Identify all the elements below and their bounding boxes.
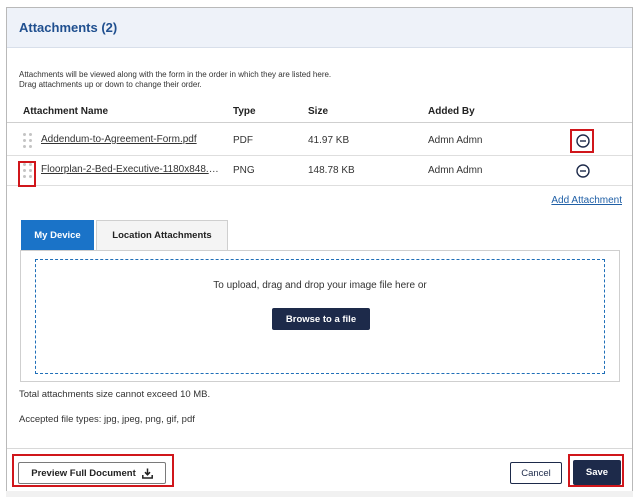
remove-attachment-button[interactable] bbox=[573, 161, 593, 181]
column-header-name: Attachment Name bbox=[23, 106, 109, 117]
upload-panel: To upload, drag and drop your image file… bbox=[20, 250, 620, 382]
tab-my-device[interactable]: My Device bbox=[21, 220, 94, 250]
attachment-type: PNG bbox=[233, 165, 255, 176]
attachment-link[interactable]: Addendum-to-Agreement-Form.pdf bbox=[41, 134, 221, 145]
browse-file-button[interactable]: Browse to a file bbox=[272, 308, 370, 330]
background-page-strip bbox=[6, 491, 633, 497]
tab-location-attachments[interactable]: Location Attachments bbox=[96, 220, 228, 250]
highlight-remove-button bbox=[570, 129, 594, 153]
attachment-added-by: Admn Admn bbox=[428, 165, 483, 176]
drag-handle-icon[interactable] bbox=[23, 133, 33, 149]
attachment-size: 41.97 KB bbox=[308, 135, 350, 146]
highlight-preview-button bbox=[12, 454, 174, 487]
dropzone-instructions: To upload, drag and drop your image file… bbox=[213, 280, 427, 291]
column-header-added-by: Added By bbox=[428, 106, 475, 117]
highlight-save-button bbox=[568, 454, 624, 487]
minus-circle-icon bbox=[576, 164, 590, 178]
instructions-line-2: Drag attachments up or down to change th… bbox=[19, 80, 202, 89]
attachment-type: PDF bbox=[233, 135, 253, 146]
cancel-button[interactable]: Cancel bbox=[510, 462, 562, 484]
attachments-table-header: Attachment Name Type Size Added By bbox=[7, 99, 632, 123]
column-header-type: Type bbox=[233, 106, 256, 117]
attachment-link[interactable]: Floorplan-2-Bed-Executive-1180x848.png bbox=[41, 164, 221, 175]
dialog-header: Attachments (2) bbox=[7, 8, 632, 48]
file-dropzone[interactable]: To upload, drag and drop your image file… bbox=[35, 259, 605, 374]
instructions-line-1: Attachments will be viewed along with th… bbox=[19, 70, 332, 79]
dialog-instructions: Attachments will be viewed along with th… bbox=[19, 70, 619, 90]
column-header-size: Size bbox=[308, 106, 329, 117]
table-row: Addendum-to-Agreement-Form.pdf PDF 41.97… bbox=[7, 126, 632, 156]
size-limit-note: Total attachments size cannot exceed 10 … bbox=[19, 389, 211, 400]
table-row: Floorplan-2-Bed-Executive-1180x848.png P… bbox=[7, 156, 632, 186]
attachment-size: 148.78 KB bbox=[308, 165, 355, 176]
dialog-title: Attachments (2) bbox=[19, 20, 118, 35]
attachments-dialog: Attachments (2) Attachments will be view… bbox=[6, 7, 633, 491]
file-types-note: Accepted file types: jpg, jpeg, png, gif… bbox=[19, 414, 195, 425]
add-attachment-link[interactable]: Add Attachment bbox=[551, 195, 622, 206]
highlight-drag-handle bbox=[18, 161, 36, 187]
attachment-added-by: Admn Admn bbox=[428, 135, 483, 146]
